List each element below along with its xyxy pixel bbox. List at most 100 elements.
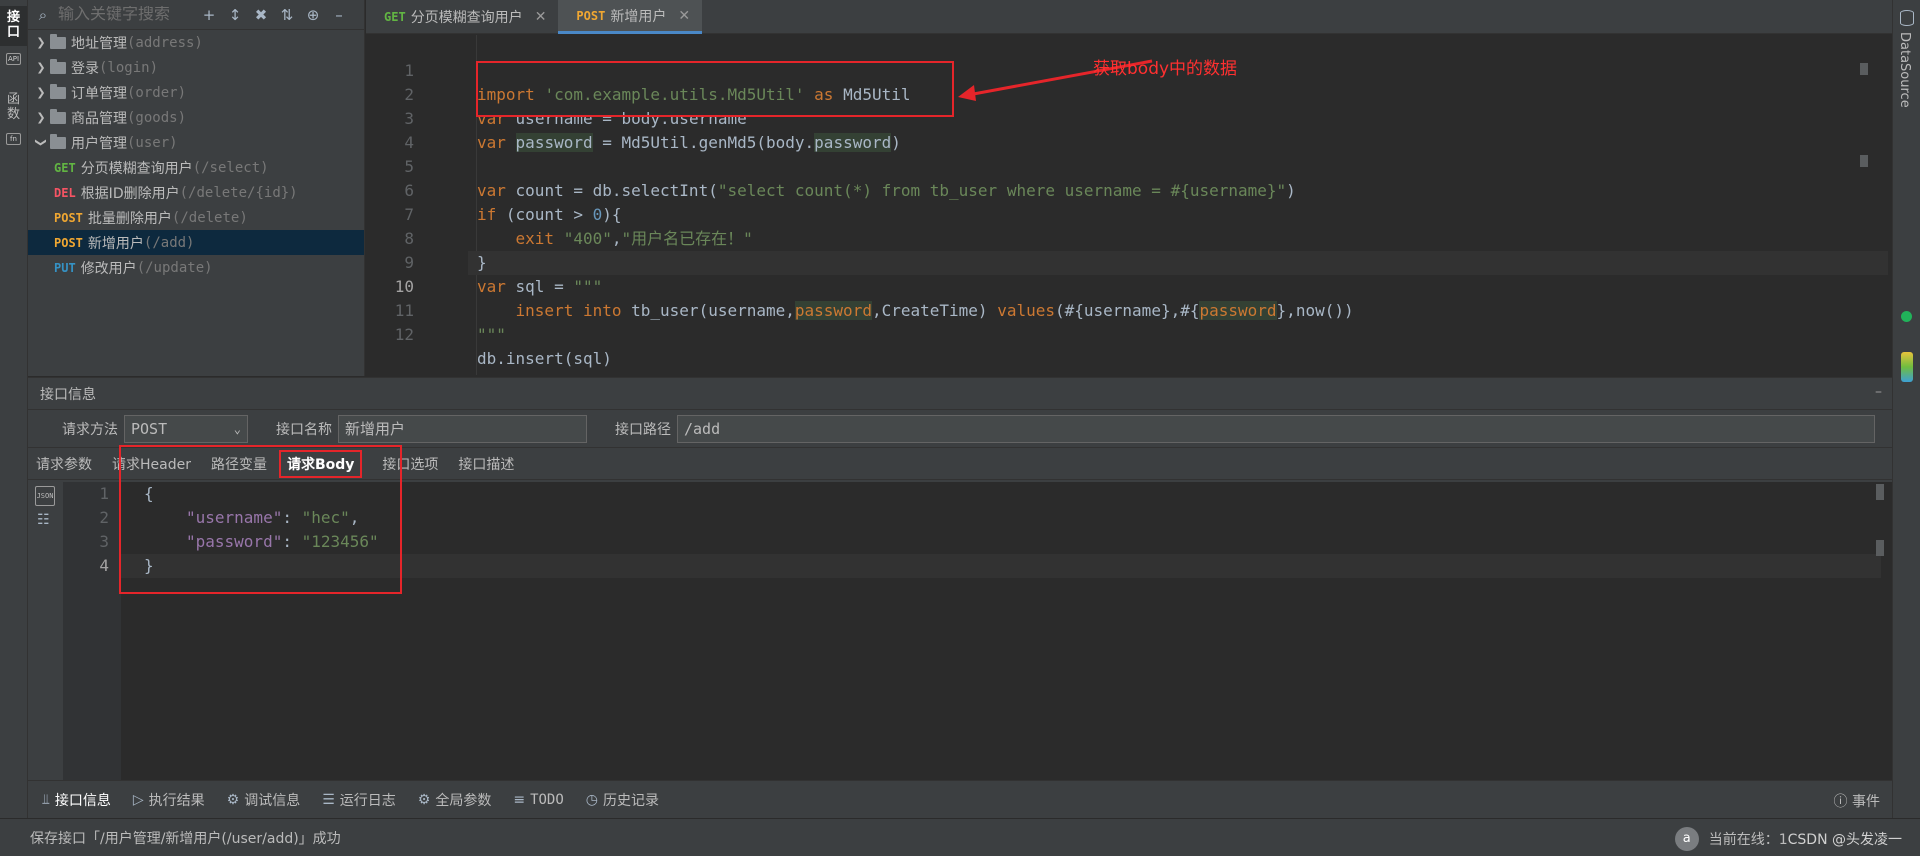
code-editor-area: GET 分页模糊查询用户 ✕ POST 新增用户 ✕ 1 import 'com… [366, 0, 1892, 376]
left-tool-strip: 接口 API 函数 fn [0, 0, 28, 818]
minimize-icon[interactable]: – [1875, 384, 1882, 400]
datasource-tab[interactable]: DataSource [1897, 32, 1912, 108]
toolbar-debug-info[interactable]: ⚙ 调试信息 [227, 790, 301, 810]
strip-tab-api[interactable]: 接口 [0, 6, 27, 46]
tree-item-delete-user[interactable]: DEL 根据ID删除用户 (/delete/{id}) [28, 180, 364, 205]
tab-select-users[interactable]: GET 分页模糊查询用户 ✕ [366, 0, 558, 34]
toolbar-run-result[interactable]: ▷ 执行结果 [133, 790, 205, 810]
tree-group-path: (order) [127, 84, 187, 101]
code-line-8: 8 } [366, 203, 1866, 272]
tab-label: 分页模糊查询用户 [410, 10, 523, 26]
tree-group-label: 订单管理 [71, 85, 127, 102]
method-badge: POST [54, 235, 83, 250]
tab-api-description[interactable]: 接口描述 [458, 452, 514, 476]
tree-item-update-user[interactable]: PUT 修改用户 (/update) [28, 255, 364, 280]
scroll-marker [1876, 484, 1884, 500]
search-input[interactable] [54, 5, 194, 24]
chevron-down-icon[interactable]: ❯ [35, 134, 48, 152]
strip-tab-function[interactable]: 函数 [0, 88, 27, 128]
panel-title-text: 接口信息 [40, 386, 96, 403]
minimize-icon[interactable]: – [328, 6, 350, 24]
api-name-value: 新增用户 [345, 420, 406, 438]
chevron-right-icon[interactable]: ❯ [32, 111, 50, 124]
toolbar-global-params[interactable]: ⚙ 全局参数 [418, 790, 492, 810]
locate-icon[interactable]: ⊕ [302, 6, 324, 24]
close-icon[interactable]: ✕ [535, 9, 547, 25]
tree-group-label: 登录 [71, 60, 99, 77]
name-label: 接口名称 [276, 421, 332, 438]
json-gutter: 1 2 3 4 [63, 482, 121, 781]
history-icon: ◷ [585, 791, 599, 808]
tree-item-batch-delete[interactable]: POST 批量删除用户 (/delete) [28, 205, 364, 230]
strip-tab-function-label: 函数 [6, 92, 20, 122]
tree-toolbar: ⌕ + ↕ ✖ ⇅ ⊕ – [28, 0, 364, 30]
tree-item-label: 分页模糊查询用户 [80, 160, 193, 177]
method-badge: DEL [54, 185, 76, 200]
tree-item-path: (/delete) [171, 209, 248, 226]
code-token: """ [477, 325, 506, 344]
tree-item-path: (/select) [192, 159, 269, 176]
tree-structure-icon[interactable]: ☷ [37, 512, 50, 528]
memory-indicator-icon[interactable] [1901, 352, 1913, 382]
toolbar-run-log[interactable]: ☰ 运行日志 [322, 790, 396, 810]
tree-group-address[interactable]: ❯ 地址管理 (address) [28, 30, 364, 55]
event-button[interactable]: ⓘ 事件 [1834, 791, 1880, 811]
tree-item-select-users[interactable]: GET 分页模糊查询用户 (/select) [28, 155, 364, 180]
code-line-6: 6 if (count > 0){ [366, 155, 1866, 224]
code-editor[interactable]: 1 import 'com.example.utils.Md5Util' as … [366, 35, 1888, 375]
folder-icon [50, 133, 66, 149]
add-icon[interactable]: + [198, 6, 220, 24]
folder-icon [50, 83, 66, 99]
json-format-icon[interactable]: JSON [35, 486, 55, 506]
tree-group-label: 商品管理 [71, 110, 127, 127]
strip-tab-api-label: 接口 [6, 10, 20, 40]
scroll-marker [1860, 155, 1868, 167]
toolbar-api-info[interactable]: ⫫ 接口信息 [42, 790, 111, 810]
chevron-right-icon[interactable]: ❯ [32, 36, 50, 49]
tree-group-login[interactable]: ❯ 登录 (login) [28, 55, 364, 80]
info-icon: ⓘ [1833, 794, 1848, 810]
chevron-right-icon[interactable]: ❯ [32, 86, 50, 99]
api-info-icon: ⫫ [42, 791, 50, 808]
toolbar-label: 调试信息 [244, 792, 301, 809]
folder-icon [50, 108, 66, 124]
search-icon: ⌕ [38, 5, 48, 24]
api-icon[interactable]: API [6, 53, 21, 65]
method-select[interactable]: POST ⌄ [124, 414, 248, 443]
expand-collapse-icon[interactable]: ↕ [224, 6, 246, 24]
tree-item-label: 根据ID删除用户 [80, 185, 180, 202]
tree-group-path: (user) [127, 134, 178, 151]
line-number: 3 [99, 532, 109, 551]
toolbar-history[interactable]: ◷ 历史记录 [586, 790, 659, 810]
line-number: 4 [99, 556, 109, 575]
tab-add-user[interactable]: POST 新增用户 ✕ [558, 0, 703, 34]
avatar[interactable]: a [1674, 827, 1699, 851]
tree-group-order[interactable]: ❯ 订单管理 (order) [28, 80, 364, 105]
method-label: 请求方法 [62, 421, 118, 438]
method-badge: GET [384, 10, 406, 24]
toolbar-label: 运行日志 [339, 792, 396, 809]
tree-group-goods[interactable]: ❯ 商品管理 (goods) [28, 105, 364, 130]
toolbar-label: 接口信息 [54, 792, 111, 809]
code-token: db.insert(sql) [477, 349, 612, 368]
tree-item-add-user[interactable]: POST 新增用户 (/add) [28, 230, 364, 255]
editor-tabs: GET 分页模糊查询用户 ✕ POST 新增用户 ✕ [366, 0, 1892, 34]
gear-icon: ⚙ [417, 791, 431, 808]
api-path-field[interactable]: /add [677, 414, 1875, 443]
api-form-row: 请求方法 POST ⌄ 接口名称 新增用户 接口路径 /add [28, 410, 1892, 448]
close-icon[interactable]: ✕ [678, 8, 690, 24]
folder-icon [50, 58, 66, 74]
toolbar-todo[interactable]: ≡ TODO [513, 792, 563, 808]
tree-group-user[interactable]: ❯ 用户管理 (user) [28, 130, 364, 155]
method-badge: PUT [54, 260, 76, 275]
tree-item-label: 修改用户 [80, 260, 137, 277]
collapse-icon[interactable]: ✖ [250, 6, 272, 24]
watermark-text: CSDN @头发凌一 [1787, 832, 1902, 848]
function-icon[interactable]: fn [6, 133, 21, 145]
tab-label: 新增用户 [610, 8, 667, 25]
chevron-right-icon[interactable]: ❯ [32, 61, 50, 74]
tab-request-params[interactable]: 请求参数 [36, 452, 92, 476]
sort-icon[interactable]: ⇅ [276, 6, 298, 24]
database-icon[interactable] [1900, 10, 1914, 26]
api-name-field[interactable]: 新增用户 [338, 414, 587, 443]
